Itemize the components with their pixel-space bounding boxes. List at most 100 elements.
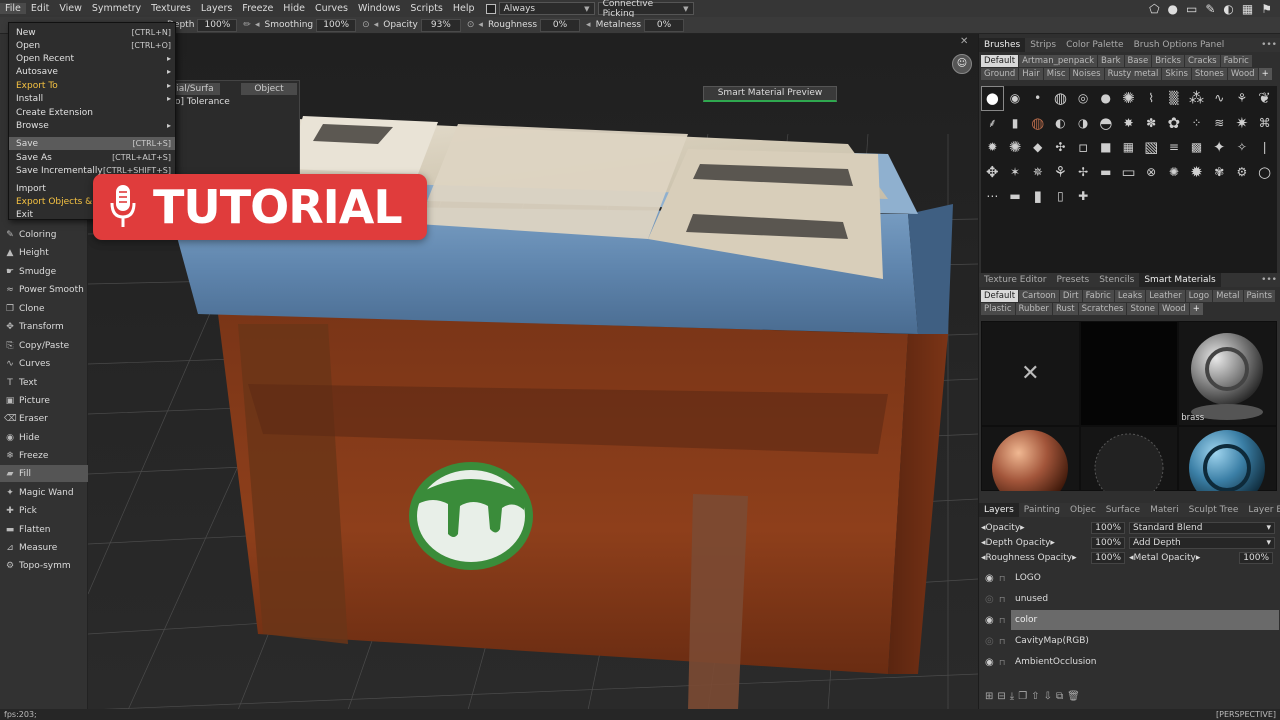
brush-thumbnail[interactable]: ▬ [1004, 184, 1027, 209]
lock-icon[interactable]: ⊓ [999, 595, 1011, 604]
menu-item-open-recent[interactable]: Open Recent ▸ [9, 52, 175, 65]
tab-sculpt-tree[interactable]: Sculpt Tree [1184, 503, 1244, 517]
brush-thumbnail[interactable]: ✧ [1231, 135, 1254, 160]
brush-thumbnail[interactable]: ▮ [1026, 184, 1049, 209]
mat-cat-rust[interactable]: Rust [1052, 303, 1078, 315]
avatar-icon[interactable]: ☺ [952, 54, 972, 74]
brush-thumbnail[interactable]: ▮ [1004, 111, 1027, 136]
layer-row[interactable]: ◉ ⊓ AmbientOcclusion [981, 652, 1279, 672]
menu-help[interactable]: Help [448, 3, 480, 14]
brush-thumbnail[interactable]: • [1026, 86, 1049, 111]
mat-cat-leaks[interactable]: Leaks [1114, 290, 1146, 302]
brush-thumbnail[interactable]: ● [981, 86, 1004, 111]
menu-item-save-as[interactable]: Save As [CTRL+ALT+S] [9, 151, 175, 164]
menu-scripts[interactable]: Scripts [405, 3, 448, 14]
brush-cat-misc[interactable]: Misc [1043, 68, 1069, 80]
brush-thumbnail[interactable]: ✹ [981, 135, 1004, 160]
tool-smudge[interactable]: ☛ Smudge [0, 263, 88, 280]
frame-icon[interactable]: ▭ [1186, 2, 1197, 16]
brush-thumbnail[interactable]: ◍ [1049, 86, 1072, 111]
tab-strips[interactable]: Strips [1025, 38, 1061, 52]
mat-cat-fabric[interactable]: Fabric [1082, 290, 1114, 302]
brush-thumbnail[interactable]: ◑ [1072, 111, 1095, 136]
mat-cat-scratches[interactable]: Scratches [1078, 303, 1127, 315]
tab-layers[interactable]: Layers [979, 503, 1019, 517]
merge-layers-icon[interactable]: ⧉ [1056, 691, 1063, 702]
menu-curves[interactable]: Curves [310, 3, 353, 14]
tool-pick[interactable]: ✚ Pick [0, 502, 88, 519]
menu-view[interactable]: View [54, 3, 87, 14]
material-blue[interactable] [1178, 426, 1277, 491]
add-layer-icon[interactable]: ⊞ [985, 691, 993, 702]
menu-item-export-to[interactable]: Export To ▸ [9, 79, 175, 92]
metal-opacity-input[interactable]: 100% [1239, 551, 1273, 564]
menu-hide[interactable]: Hide [278, 3, 310, 14]
brush-thumbnail[interactable]: ✿ [1163, 111, 1186, 136]
tab-stencils[interactable]: Stencils [1094, 273, 1139, 287]
mat-cat-leather[interactable]: Leather [1146, 290, 1185, 302]
brush-thumbnail[interactable]: ▒ [1163, 86, 1186, 111]
tool-copy-paste[interactable]: ⎘ Copy/Paste [0, 337, 88, 354]
tool-power-smooth[interactable]: ≈ Power Smooth [0, 281, 88, 298]
brush-thumbnail[interactable]: ≡ [1163, 135, 1186, 160]
brush-thumbnail[interactable]: ✾ [1208, 160, 1231, 185]
tool-picture[interactable]: ▣ Picture [0, 392, 88, 409]
brush-cat-skins[interactable]: Skins [1162, 68, 1191, 80]
lock-icon[interactable]: ⊓ [999, 616, 1011, 625]
brush-thumbnail[interactable]: ✷ [1231, 111, 1254, 136]
eye-hidden-icon[interactable]: ◎ [985, 594, 999, 605]
chevron-left-icon[interactable]: ◂ [374, 20, 379, 30]
tool-curves[interactable]: ∿ Curves [0, 355, 88, 372]
sphere-icon[interactable]: ● [1168, 2, 1178, 16]
metalness-input[interactable]: 0% [644, 18, 685, 32]
chevron-left-icon[interactable]: ◂ [586, 20, 591, 30]
mat-cat-paints[interactable]: Paints [1243, 290, 1275, 302]
save-layer-icon[interactable]: ⤓ [1010, 691, 1014, 702]
menu-file[interactable]: File [0, 3, 26, 14]
brush-thumbnail[interactable]: ▭ [1117, 160, 1140, 185]
brush-thumbnail[interactable]: ✶ [1004, 160, 1027, 185]
brush-thumbnail[interactable]: ✦ [1208, 135, 1231, 160]
menu-item-create-extension[interactable]: Create Extension [9, 106, 175, 119]
tool-eraser[interactable]: ⌫ Eraser [0, 410, 88, 427]
brush-thumbnail[interactable]: ∿ [1208, 86, 1231, 111]
always-checkbox[interactable] [485, 3, 496, 14]
brush-thumbnail[interactable]: ≋ [1208, 111, 1231, 136]
brush-thumbnail[interactable]: ⁂ [1185, 86, 1208, 111]
lock-icon[interactable]: ⊓ [999, 574, 1011, 583]
smoothing-input[interactable]: 100% [316, 18, 357, 32]
move-down-icon[interactable]: ⇩ [1044, 691, 1052, 702]
menu-item-new[interactable]: New [CTRL+N] [9, 26, 175, 39]
duplicate-layer-icon[interactable]: ❐ [1018, 691, 1027, 702]
material-wire[interactable] [1079, 426, 1179, 491]
brush-thumbnail[interactable]: ⚙ [1231, 160, 1254, 185]
brush-thumbnail[interactable]: ◉ [1004, 86, 1027, 111]
checker-icon[interactable]: ▦ [1242, 2, 1253, 16]
brush-grid[interactable]: ● ◉ • ◍ ◎ ● ✺ ⌇ ▒ ⁂ ∿ ⚘ ❦ ⸙ ▮ ◍ ◐ ◑ ◓ ✸ ✽ ✿ ⁘ ≋ ✷ ⌘ ✹ ✺ ◆ ✣ ▫ ■ ▦ ▧ ≡ ▩ ✦ ✧ ❘ ✥… [981, 86, 1277, 282]
tab-texture-editor[interactable]: Texture Editor [979, 273, 1051, 287]
brush-thumbnail[interactable]: ✚ [1072, 184, 1095, 209]
fp-tab-object[interactable]: Object [241, 83, 297, 95]
roughness-opacity-input[interactable]: 100% [1091, 551, 1125, 564]
brush-thumbnail[interactable]: ■ [1094, 135, 1117, 160]
chevron-left-icon[interactable]: ◂ [478, 20, 483, 30]
depth-input[interactable]: 100% [197, 18, 238, 32]
eye-hidden-icon[interactable]: ◎ [985, 636, 999, 647]
layer-row[interactable]: ◉ ⊓ LOGO [981, 568, 1279, 588]
close-icon[interactable]: ✕ [960, 36, 968, 47]
brush-cat-bricks[interactable]: Bricks [1152, 55, 1184, 67]
menu-textures[interactable]: Textures [146, 3, 196, 14]
mat-cat-stone[interactable]: Stone [1127, 303, 1158, 315]
tool-measure[interactable]: ⊿ Measure [0, 539, 88, 556]
brush-thumbnail[interactable]: ▬ [1094, 160, 1117, 185]
brush-thumbnail[interactable]: ▯ [1049, 184, 1072, 209]
lock-icon[interactable]: ⊓ [999, 658, 1011, 667]
depth-opacity-input[interactable]: 100% [1091, 536, 1125, 549]
tool-magic-wand[interactable]: ✦ Magic Wand [0, 484, 88, 501]
pencil-icon[interactable]: ✏ [243, 20, 251, 30]
brush-thumbnail[interactable]: ✽ [1140, 111, 1163, 136]
add-category-button[interactable]: + [1258, 68, 1272, 80]
brush-cat-ground[interactable]: Ground [981, 68, 1019, 80]
chevron-left-icon[interactable]: ◂ [255, 20, 260, 30]
move-up-icon[interactable]: ⇧ [1031, 691, 1039, 702]
